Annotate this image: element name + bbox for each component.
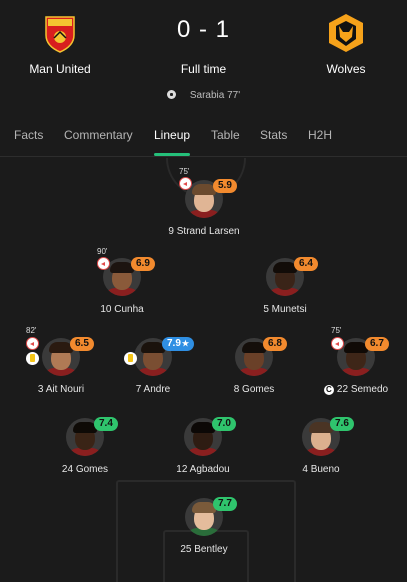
player-rating: 7.9★ (162, 337, 195, 351)
away-team-name[interactable]: Wolves (291, 62, 401, 76)
tab-facts[interactable]: Facts (14, 128, 43, 142)
player-name: 5 Munetsi (263, 304, 307, 315)
player-name: 7 Andre (135, 384, 171, 395)
football-icon (166, 90, 176, 99)
star-icon: ★ (181, 339, 190, 348)
wolves-crest-icon (329, 14, 363, 52)
captain-icon: C (323, 385, 334, 395)
sub-minute: 90' (97, 247, 108, 256)
sub-minute: 75' (179, 167, 190, 176)
sub-off-icon (26, 337, 39, 350)
player-cunha[interactable]: 90' 6.9 10 Cunha (77, 247, 167, 328)
player-rating: 5.9 (213, 179, 237, 193)
sub-off-icon (179, 177, 192, 190)
player-rating: 7.7 (213, 497, 237, 511)
player-bentley[interactable]: 7.7 25 Bentley (159, 497, 249, 568)
player-rating: 7.0 (212, 417, 236, 431)
sub-minute: 82' (26, 326, 37, 335)
player-rating: 6.4 (294, 257, 318, 271)
player-bueno[interactable]: 7.6 4 Bueno (276, 417, 366, 488)
player-ait-nouri[interactable]: 82' 6.5 3 Ait Nouri (16, 326, 106, 408)
player-name: 24 Gomes (61, 464, 109, 475)
match-tabs: Facts Commentary Lineup Table Stats H2H (0, 118, 407, 157)
yellow-card-icon (26, 352, 39, 365)
player-rating: 6.5 (70, 337, 94, 351)
yellow-card-icon (124, 352, 137, 365)
player-rating: 6.7 (365, 337, 389, 351)
player-name: 9 Strand Larsen (168, 226, 240, 237)
sub-off-icon (97, 257, 110, 270)
player-strand-larsen[interactable]: 75' 5.9 9 Strand Larsen (159, 167, 249, 250)
player-gomes-24[interactable]: 7.4 24 Gomes (40, 417, 130, 488)
player-andre[interactable]: 7.9★ 7 Andre (108, 337, 198, 408)
player-rating: 6.8 (263, 337, 287, 351)
player-rating: 7.4 (94, 417, 118, 431)
tab-lineup[interactable]: Lineup (154, 128, 190, 142)
player-rating: 7.6 (330, 417, 354, 431)
player-gomes-8[interactable]: 6.8 8 Gomes (209, 337, 299, 408)
player-name: 12 Agbadou (176, 464, 230, 475)
player-name: 25 Bentley (180, 544, 228, 555)
tab-h2h[interactable]: H2H (308, 128, 332, 142)
player-agbadou[interactable]: 7.0 12 Agbadou (158, 417, 248, 488)
sub-off-icon (331, 337, 344, 350)
tab-commentary[interactable]: Commentary (64, 128, 133, 142)
player-rating: 6.9 (131, 257, 155, 271)
player-name: 10 Cunha (100, 304, 144, 315)
goal-scorer: Sarabia 77' (0, 90, 407, 101)
player-name: 4 Bueno (302, 464, 340, 475)
tab-table[interactable]: Table (211, 128, 240, 142)
player-munetsi[interactable]: 6.4 5 Munetsi (240, 257, 330, 328)
tab-stats[interactable]: Stats (260, 128, 287, 142)
player-semedo[interactable]: 75' 6.7 C 22 Semedo (311, 326, 401, 408)
player-name: C 22 Semedo (301, 384, 407, 395)
sub-minute: 75' (331, 326, 342, 335)
goal-scorer-text: Sarabia 77' (189, 90, 241, 101)
away-team-logo[interactable] (326, 13, 366, 53)
player-name: 8 Gomes (233, 384, 275, 395)
active-tab-indicator (154, 153, 190, 156)
